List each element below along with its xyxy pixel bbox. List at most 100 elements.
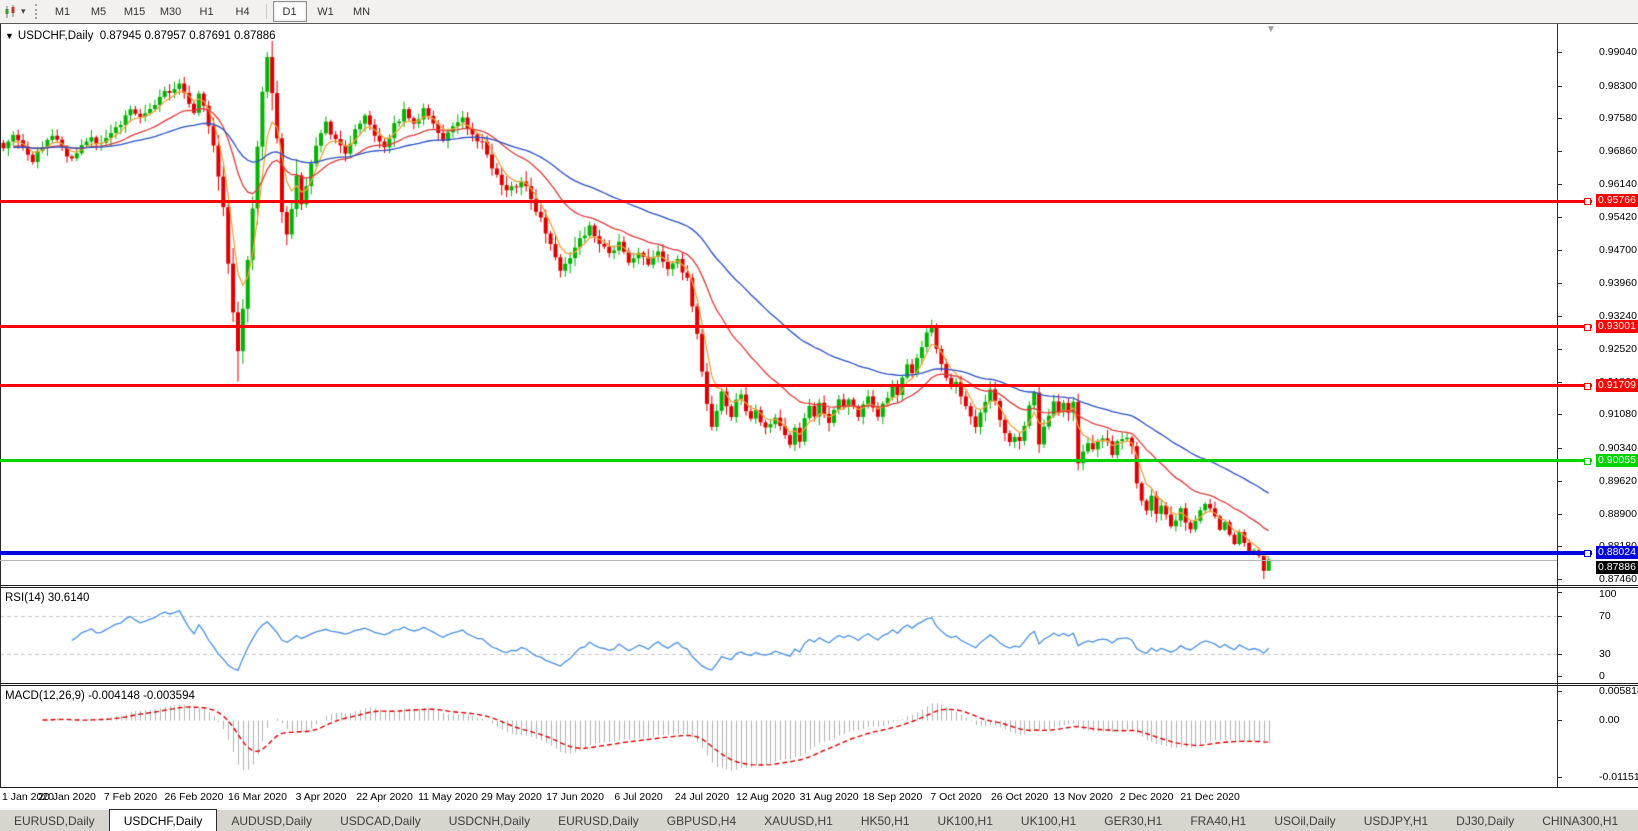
- panel-divider[interactable]: [0, 585, 1638, 588]
- horizontal-level-line[interactable]: [0, 325, 1592, 328]
- date-axis-label: 3 Apr 2020: [295, 791, 347, 803]
- macd-axis-label: 0.00: [1599, 714, 1620, 726]
- chart-collapse-caret[interactable]: ▼: [5, 31, 14, 41]
- symbol-tab-usdcnh-daily[interactable]: USDCNH,Daily: [435, 809, 544, 831]
- timeframe-button-w1[interactable]: W1: [309, 1, 343, 22]
- symbol-tab-hk50-h1[interactable]: HK50,H1: [847, 809, 924, 831]
- horizontal-level-line[interactable]: [0, 200, 1592, 203]
- symbol-tab-uk100-h1[interactable]: UK100,H1: [1007, 809, 1090, 831]
- date-axis-label: 6 Jul 2020: [614, 791, 663, 803]
- macd-chart-canvas[interactable]: [0, 686, 1557, 786]
- horizontal-level-line[interactable]: [0, 459, 1592, 462]
- rsi-tick-dash: [1557, 592, 1562, 593]
- price-tick-label: 0.97580: [1599, 112, 1637, 124]
- symbol-tab-eurusd-daily[interactable]: EURUSD,Daily: [0, 809, 109, 831]
- macd-axis-label: 0.005818: [1599, 685, 1638, 697]
- trading-terminal: ▾ M1 M5 M15 M30 H1 H4 D1 W1 MN ▼ USDCHF,Daily 0.8…: [0, 0, 1638, 831]
- level-line-handle[interactable]: [1584, 458, 1591, 465]
- timeframe-button-m1[interactable]: M1: [46, 1, 80, 22]
- timeframe-buttons: M1 M5 M15 M30 H1 H4 D1 W1 MN: [45, 1, 380, 22]
- level-price-label: 0.90055: [1596, 454, 1638, 467]
- price-tick-dash: [1557, 316, 1562, 317]
- symbol-tab-usdcad-daily[interactable]: USDCAD,Daily: [326, 809, 435, 831]
- date-axis-label: 31 Aug 2020: [799, 791, 859, 803]
- price-tick-dash: [1557, 217, 1562, 218]
- date-axis-label: 13 Nov 2020: [1053, 791, 1113, 803]
- timeframe-button-d1[interactable]: D1: [272, 1, 307, 22]
- level-price-label: 0.88024: [1596, 546, 1638, 559]
- current-price-label: 0.87886: [1596, 561, 1638, 574]
- level-price-label: 0.91709: [1596, 379, 1638, 392]
- price-tick-label: 0.94700: [1599, 244, 1637, 256]
- symbol-tab-dj30-daily[interactable]: DJ30,Daily: [1442, 809, 1528, 831]
- macd-panel-title: MACD(12,26,9) -0.004148 -0.003594: [5, 690, 195, 702]
- price-tick-label: 0.91080: [1599, 408, 1637, 420]
- symbol-tab-ger30-h1[interactable]: GER30,H1: [1090, 809, 1176, 831]
- symbol-tab-eurusd-daily[interactable]: EURUSD,Daily: [544, 809, 653, 831]
- chart-type-button[interactable]: ▾: [1, 2, 29, 21]
- panel-divider[interactable]: [0, 683, 1638, 686]
- macd-tick-dash: [1557, 720, 1562, 721]
- symbol-tab-usdjpy-h1[interactable]: USDJPY,H1: [1350, 809, 1442, 831]
- rsi-chart-canvas[interactable]: [0, 588, 1557, 682]
- level-line-handle[interactable]: [1584, 550, 1591, 557]
- date-axis-label: 17 Jun 2020: [546, 791, 604, 803]
- level-price-label: 0.95766: [1596, 194, 1638, 207]
- timeframe-button-m30[interactable]: M30: [154, 1, 188, 22]
- symbol-tab-gbpusd-h4[interactable]: GBPUSD,H4: [653, 809, 750, 831]
- price-tick-label: 0.95420: [1599, 211, 1637, 223]
- chart-ohlc-values: 0.87945 0.87957 0.87691 0.87886: [99, 30, 276, 42]
- timeframe-button-mn[interactable]: MN: [345, 1, 379, 22]
- chart-symbol: USDCHF,Daily: [17, 30, 94, 42]
- rsi-tick-dash: [1557, 616, 1562, 617]
- symbol-tab-uk100-h1[interactable]: UK100,H1: [924, 809, 1007, 831]
- date-axis-label: 21 Dec 2020: [1180, 791, 1240, 803]
- level-line-handle[interactable]: [1584, 383, 1591, 390]
- timeframe-toolbar: ▾ M1 M5 M15 M30 H1 H4 D1 W1 MN: [0, 0, 1638, 24]
- chevron-down-icon: ▾: [21, 6, 26, 16]
- rsi-axis-label: 30: [1599, 648, 1611, 660]
- price-tick-label: 0.87460: [1599, 573, 1637, 585]
- timeframe-button-m5[interactable]: M5: [82, 1, 116, 22]
- price-tick-label: 0.99040: [1599, 46, 1637, 58]
- rsi-axis-label: 0: [1599, 670, 1605, 682]
- price-chart-canvas[interactable]: [0, 24, 1557, 585]
- toolbar-separator: [265, 4, 267, 19]
- rsi-panel-title: RSI(14) 30.6140: [5, 592, 90, 604]
- date-axis-label: 11 May 2020: [418, 791, 478, 803]
- timeframe-button-m15[interactable]: M15: [118, 1, 152, 22]
- price-tick-dash: [1557, 250, 1562, 251]
- price-tick-dash: [1557, 283, 1562, 284]
- date-axis-label: 24 Jul 2020: [674, 791, 730, 803]
- price-tick-dash: [1557, 52, 1562, 53]
- price-tick-label: 0.89620: [1599, 475, 1637, 487]
- candlestick-chart-icon: [5, 4, 15, 18]
- date-axis-label: 12 Aug 2020: [736, 791, 796, 803]
- symbol-tab-usoil-h1[interactable]: USOil,H1: [1632, 809, 1638, 831]
- symbol-tab-fra40-h1[interactable]: FRA40,H1: [1176, 809, 1260, 831]
- price-tick-dash: [1557, 546, 1562, 547]
- level-line-handle[interactable]: [1584, 198, 1591, 205]
- price-tick-dash: [1557, 382, 1562, 383]
- symbol-tab-xauusd-h1[interactable]: XAUUSD,H1: [750, 809, 847, 831]
- level-line-handle[interactable]: [1584, 324, 1591, 331]
- price-tick-dash: [1557, 414, 1562, 415]
- horizontal-level-line[interactable]: [0, 551, 1592, 555]
- price-tick-dash: [1557, 448, 1562, 449]
- date-axis-label: 26 Oct 2020: [990, 791, 1049, 803]
- symbol-tab-usoil-daily[interactable]: USOil,Daily: [1260, 809, 1349, 831]
- date-axis-label: 16 Mar 2020: [228, 791, 287, 803]
- price-tick-dash: [1557, 349, 1562, 350]
- symbol-tab-china300-h1[interactable]: CHINA300,H1: [1528, 809, 1632, 831]
- date-axis-label: 7 Oct 2020: [930, 791, 982, 803]
- symbol-tab-usdchf-daily[interactable]: USDCHF,Daily: [108, 809, 218, 831]
- price-tick-dash: [1557, 184, 1562, 185]
- price-tick-dash: [1557, 151, 1562, 152]
- chart-shift-marker-icon[interactable]: ▼: [1266, 24, 1276, 35]
- timeframe-button-h1[interactable]: H1: [190, 1, 224, 22]
- horizontal-level-line[interactable]: [0, 384, 1592, 387]
- symbol-tab-audusd-daily[interactable]: AUDUSD,Daily: [217, 809, 326, 831]
- toolbar-grip[interactable]: [34, 4, 38, 19]
- timeframe-button-h4[interactable]: H4: [226, 1, 260, 22]
- date-axis-label: 7 Feb 2020: [103, 791, 158, 803]
